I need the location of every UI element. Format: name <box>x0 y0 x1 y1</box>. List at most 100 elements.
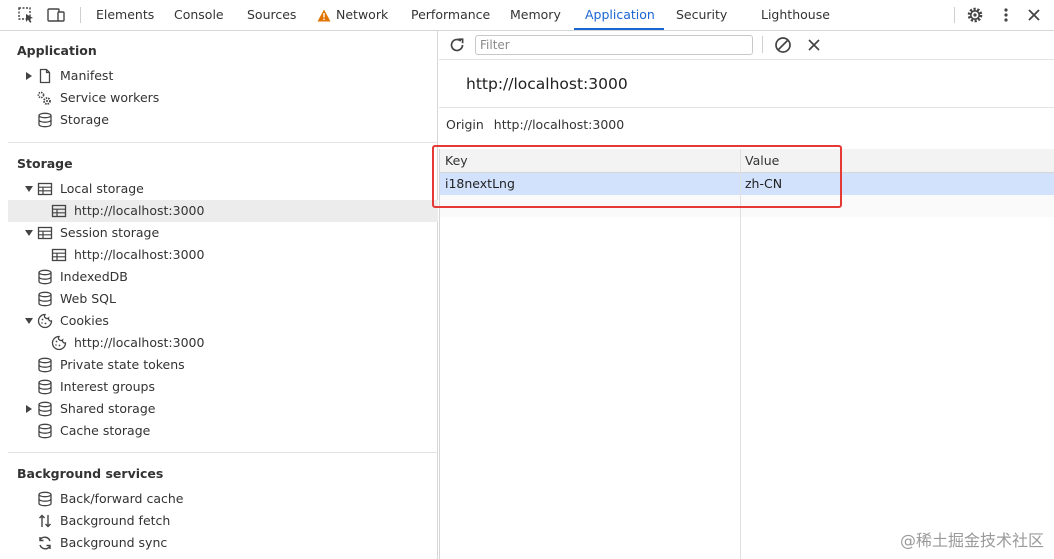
table-icon <box>51 204 67 218</box>
sidebar-item-label: http://localhost:3000 <box>74 247 205 262</box>
tab-network[interactable]: Network <box>336 0 388 30</box>
sidebar-item-label: IndexedDB <box>60 269 128 284</box>
sidebar-item-label: Manifest <box>60 68 114 83</box>
cookie-icon <box>51 335 67 351</box>
sidebar-item-private-state-tokens[interactable]: Private state tokens <box>8 354 438 376</box>
close-icon[interactable] <box>1024 6 1044 24</box>
sidebar-item-manifest[interactable]: Manifest <box>8 65 438 87</box>
sidebar: Application Manifest Service workers Sto… <box>0 31 438 559</box>
sidebar-item-label: http://localhost:3000 <box>74 203 205 218</box>
warning-icon <box>316 6 332 24</box>
cell-value[interactable]: zh-CN <box>745 173 782 195</box>
database-icon <box>38 357 52 373</box>
sidebar-item-indexeddb[interactable]: IndexedDB <box>8 266 438 288</box>
divider <box>8 452 438 453</box>
sidebar-item-interest-groups[interactable]: Interest groups <box>8 376 438 398</box>
storage-data-grid: Key Value i18nextLng zh-CN <box>439 149 1054 559</box>
device-toolbar-icon[interactable] <box>46 6 66 24</box>
tab-lighthouse[interactable]: Lighthouse <box>761 0 830 30</box>
origin-row: Origin http://localhost:3000 <box>446 117 624 132</box>
collapse-arrow-icon[interactable] <box>25 318 33 324</box>
sidebar-item-cookies-origin[interactable]: http://localhost:3000 <box>8 332 438 354</box>
sidebar-item-web-sql[interactable]: Web SQL <box>8 288 438 310</box>
tab-sources[interactable]: Sources <box>247 0 296 30</box>
gears-icon <box>37 91 51 105</box>
delete-selected-icon[interactable] <box>807 38 821 52</box>
sidebar-item-local-storage[interactable]: Local storage <box>8 178 438 200</box>
sidebar-item-label: Service workers <box>60 90 160 105</box>
sidebar-item-label: Web SQL <box>60 291 116 306</box>
sidebar-item-session-storage[interactable]: Session storage <box>8 222 438 244</box>
section-title-application: Application <box>17 43 97 58</box>
storage-toolbar <box>439 31 1054 59</box>
tab-console[interactable]: Console <box>174 0 224 30</box>
origin-label: Origin <box>446 117 484 132</box>
more-options-icon[interactable] <box>996 6 1016 24</box>
watermark: @稀土掘金技术社区 <box>899 531 1044 550</box>
divider <box>762 36 763 53</box>
filter-input[interactable] <box>475 35 753 55</box>
clear-all-icon[interactable] <box>773 35 793 55</box>
tab-application[interactable]: Application <box>585 0 655 30</box>
arrows-updown-icon <box>39 514 51 528</box>
tab-performance[interactable]: Performance <box>411 0 490 30</box>
sidebar-item-label: Storage <box>60 112 109 127</box>
collapse-arrow-icon[interactable] <box>25 186 33 192</box>
storage-panel: http://localhost:3000 Origin http://local… <box>439 31 1054 559</box>
sidebar-item-label: Back/forward cache <box>60 491 184 506</box>
inspect-element-icon[interactable] <box>16 6 36 24</box>
column-header-value[interactable]: Value <box>745 149 779 173</box>
expand-arrow-icon[interactable] <box>26 405 32 413</box>
devtools-tab-bar: Elements Console Sources Network Perform… <box>0 0 1054 31</box>
tab-security[interactable]: Security <box>676 0 727 30</box>
gear-icon[interactable] <box>965 6 985 24</box>
column-header-key[interactable]: Key <box>445 149 468 173</box>
origin-heading: http://localhost:3000 <box>466 75 628 93</box>
sidebar-item-label: Background fetch <box>60 513 171 528</box>
sidebar-item-local-storage-origin[interactable]: http://localhost:3000 <box>8 200 438 222</box>
sync-icon <box>39 536 51 550</box>
collapse-arrow-icon[interactable] <box>25 230 33 236</box>
database-icon <box>38 491 52 507</box>
database-icon <box>38 269 52 285</box>
sidebar-item-label: Cookies <box>60 313 109 328</box>
sidebar-item-label: http://localhost:3000 <box>74 335 205 350</box>
refresh-icon[interactable] <box>448 36 466 54</box>
database-icon <box>38 291 52 307</box>
sidebar-item-background-sync[interactable]: Background sync <box>8 532 438 554</box>
table-row[interactable]: i18nextLng zh-CN <box>440 173 1054 195</box>
database-icon <box>38 423 52 439</box>
sidebar-item-label: Cache storage <box>60 423 151 438</box>
sidebar-item-cookies[interactable]: Cookies <box>8 310 438 332</box>
tab-elements[interactable]: Elements <box>96 0 154 30</box>
sidebar-item-label: Local storage <box>60 181 144 196</box>
section-title-background-services: Background services <box>17 466 164 481</box>
divider <box>80 7 81 23</box>
cell-key[interactable]: i18nextLng <box>445 173 515 195</box>
empty-row <box>440 195 1054 217</box>
tab-memory[interactable]: Memory <box>510 0 561 30</box>
table-icon <box>37 226 53 240</box>
sidebar-item-storage[interactable]: Storage <box>8 109 438 131</box>
database-icon <box>38 379 52 395</box>
sidebar-item-back-forward-cache[interactable]: Back/forward cache <box>8 488 438 510</box>
file-icon <box>39 68 51 84</box>
divider <box>954 7 955 23</box>
grid-header: Key Value <box>440 149 1054 173</box>
sidebar-item-background-fetch[interactable]: Background fetch <box>8 510 438 532</box>
table-icon <box>37 182 53 196</box>
sidebar-item-cache-storage[interactable]: Cache storage <box>8 420 438 442</box>
origin-value: http://localhost:3000 <box>493 117 625 132</box>
database-icon <box>38 112 52 128</box>
sidebar-item-session-storage-origin[interactable]: http://localhost:3000 <box>8 244 438 266</box>
sidebar-item-shared-storage[interactable]: Shared storage <box>8 398 438 420</box>
divider <box>439 107 1054 108</box>
cookie-icon <box>37 313 53 329</box>
divider <box>439 59 1054 60</box>
expand-arrow-icon[interactable] <box>26 72 32 80</box>
sidebar-item-service-workers[interactable]: Service workers <box>8 87 438 109</box>
sidebar-item-label: Private state tokens <box>60 357 185 372</box>
sidebar-item-label: Shared storage <box>60 401 156 416</box>
divider <box>8 142 438 143</box>
database-icon <box>38 401 52 417</box>
